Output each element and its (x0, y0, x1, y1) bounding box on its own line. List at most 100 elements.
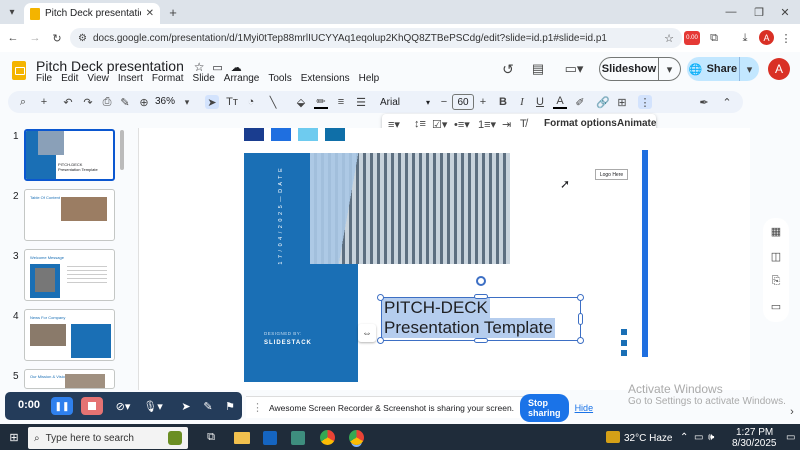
share-button[interactable]: 🌐 Share (687, 57, 739, 81)
title-line-2[interactable]: Presentation Template (382, 318, 555, 338)
site-info-icon[interactable]: ⚙ (78, 33, 87, 44)
media-player-icon[interactable] (263, 431, 277, 445)
clock-time[interactable]: 1:27 PM (736, 427, 773, 438)
increase-font-icon[interactable]: + (476, 95, 490, 109)
side-panel-expand-icon[interactable]: › (785, 405, 799, 419)
shape-icon[interactable]: ◔ (244, 95, 258, 109)
rotate-handle[interactable] (476, 276, 486, 286)
ext-badge-icon[interactable]: 0.00 (684, 31, 700, 45)
back-icon[interactable]: ← (6, 31, 20, 45)
text-box-icon[interactable]: Tт (225, 95, 239, 109)
taskbar-search[interactable]: ⌕ Type here to search (28, 427, 188, 449)
resize-handle[interactable] (577, 294, 584, 301)
pen-tool-icon[interactable]: ✒ (697, 95, 711, 109)
reload-icon[interactable]: ↻ (50, 31, 64, 45)
menu-help[interactable]: Help (359, 73, 380, 84)
color-swatch[interactable] (271, 128, 291, 141)
resize-handle[interactable] (474, 338, 488, 343)
menu-view[interactable]: View (87, 73, 109, 84)
task-view-icon[interactable]: ⧉ (204, 430, 218, 444)
bookmark-star-icon[interactable]: ☆ (664, 32, 674, 45)
notes-app-icon[interactable] (291, 431, 305, 445)
collapse-toolbar-icon[interactable]: ⌃ (720, 95, 734, 109)
slide-thumbnail-4[interactable]: News For Company (24, 309, 115, 361)
drag-handle-icon[interactable]: ⋮ (252, 401, 263, 414)
highlighter-icon[interactable]: ⚑ (223, 398, 237, 414)
mic-off-icon[interactable]: 🎙▾ (143, 398, 163, 414)
zoom-icon[interactable]: ⊕ (137, 95, 151, 109)
clock-date[interactable]: 8/30/2025 (732, 438, 777, 449)
chrome-icon[interactable] (320, 430, 335, 445)
font-select[interactable]: Arial ▾ (377, 94, 433, 110)
cursor-tool-icon[interactable]: ➤ (179, 398, 193, 414)
file-explorer-icon[interactable] (234, 432, 250, 444)
zoom-dropdown-icon[interactable]: ▾ (180, 95, 194, 109)
building-image[interactable] (310, 153, 510, 264)
omnibox[interactable]: ⚙ docs.google.com/presentation/d/1Myi0tT… (70, 28, 682, 48)
line-icon[interactable]: ╲ (266, 95, 280, 109)
redo-icon[interactable]: ↷ (81, 95, 95, 109)
slide-thumbnail-3[interactable]: Welcome Message (24, 249, 115, 301)
share-dropdown-icon[interactable]: ▾ (739, 57, 759, 81)
italic-icon[interactable]: I (515, 95, 529, 109)
slides-logo-icon[interactable] (12, 61, 26, 80)
menu-arrange[interactable]: Arrange (224, 73, 260, 84)
tasks-icon[interactable]: ⎘ (769, 274, 783, 288)
font-size-input[interactable]: 60 (452, 94, 474, 110)
account-avatar[interactable]: A (768, 58, 790, 80)
forward-icon[interactable]: → (28, 31, 42, 45)
keep-icon[interactable]: ◫ (769, 249, 783, 263)
volume-icon[interactable]: 🕪 (708, 432, 714, 443)
profile-icon[interactable]: A (759, 30, 774, 45)
stop-sharing-button[interactable]: Stop sharing (520, 393, 569, 422)
undo-icon[interactable]: ↶ (61, 95, 75, 109)
download-icon[interactable]: ⤓ (738, 31, 752, 45)
highlight-icon[interactable]: ✐ (573, 95, 587, 109)
border-color-icon[interactable]: ✏ (314, 95, 328, 109)
menu-extensions[interactable]: Extensions (301, 73, 350, 84)
star-icon[interactable]: ☆ (194, 60, 205, 74)
menu-slide[interactable]: Slide (193, 73, 215, 84)
fill-color-icon[interactable]: ⬙ (294, 95, 308, 109)
more-options-icon[interactable]: ⋮ (638, 95, 652, 109)
tab-search-icon[interactable]: ▾ (6, 6, 18, 18)
resize-handle[interactable] (578, 313, 583, 325)
print-icon[interactable]: ⎙ (100, 95, 114, 109)
resize-handle[interactable] (377, 294, 384, 301)
filmstrip-scrollbar[interactable] (120, 130, 124, 170)
menu-file[interactable]: File (36, 73, 52, 84)
document-title[interactable]: Pitch Deck presentation ☆ ▭ ☁ (36, 58, 242, 74)
title-line-1[interactable]: PITCH-DECK (382, 298, 490, 318)
title-textbox[interactable]: PITCH-DECK Presentation Template (381, 297, 581, 341)
close-window-icon[interactable]: ✕ (778, 5, 792, 19)
slide[interactable]: 1 7 / 0 4 / 2 0 2 5 — D A T E DESIGNED B… (244, 150, 648, 382)
slide-thumbnail-2[interactable]: Table Of Content (24, 189, 115, 241)
color-swatch[interactable] (298, 128, 318, 141)
network-icon[interactable]: ▭ (694, 432, 703, 443)
border-dash-icon[interactable]: ☰ (354, 95, 368, 109)
pause-icon[interactable]: ❚❚ (51, 397, 73, 415)
new-slide-icon[interactable]: + (37, 95, 51, 109)
border-weight-icon[interactable]: ≡ (334, 95, 348, 109)
folder-icon[interactable]: ▭ (769, 299, 783, 313)
chrome-active-icon[interactable] (349, 430, 364, 445)
resize-handle[interactable] (577, 337, 584, 344)
slide-thumbnail-5[interactable]: Our Mission & Vision (24, 369, 115, 389)
select-cursor-icon[interactable]: ➤ (205, 95, 219, 109)
browser-tab[interactable]: Pitch Deck presentation - Goog ✕ (24, 3, 160, 24)
comments-icon[interactable]: ▤ (530, 61, 546, 77)
version-history-icon[interactable]: ↺ (500, 61, 516, 77)
link-icon[interactable]: 🔗 (596, 95, 610, 109)
menu-edit[interactable]: Edit (61, 73, 78, 84)
logo-placeholder[interactable]: Logo Here (595, 169, 628, 180)
underline-icon[interactable]: U (533, 95, 547, 109)
decrease-font-icon[interactable]: − (437, 95, 451, 109)
close-tab-icon[interactable]: ✕ (146, 8, 154, 19)
menu-insert[interactable]: Insert (118, 73, 143, 84)
hide-button[interactable]: Hide (575, 403, 594, 413)
color-swatch[interactable] (325, 128, 345, 141)
zoom-level[interactable]: 36% (155, 96, 175, 107)
color-swatch[interactable] (244, 128, 264, 141)
menu-tools[interactable]: Tools (268, 73, 291, 84)
stop-icon[interactable] (81, 397, 103, 415)
